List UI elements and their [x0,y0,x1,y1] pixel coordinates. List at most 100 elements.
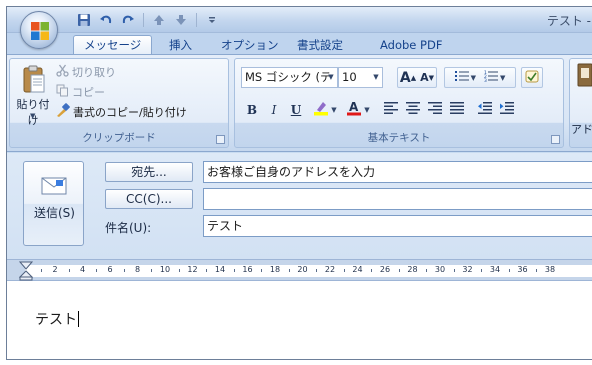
ruler-number: 34 [489,265,501,274]
redo-icon[interactable] [119,11,137,29]
save-icon[interactable] [75,11,93,29]
chevron-down-icon[interactable]: ▼ [325,68,337,87]
scissors-icon [56,64,69,80]
bullets-icon[interactable] [454,70,469,85]
envelope-icon [41,177,67,195]
body-text: テスト [35,312,77,328]
subject-field[interactable]: テスト [203,215,592,237]
grow-font-button[interactable]: A [400,70,411,86]
font-size-combo[interactable]: 10 ▼ [338,67,383,88]
ruler-number: 14 [214,265,226,274]
chevron-down-icon[interactable]: ▼ [30,112,35,120]
increase-indent-button[interactable] [497,99,517,120]
cc-button[interactable]: CC(C)... [105,189,193,209]
numbering-icon[interactable]: 123 [484,70,498,85]
justify-button[interactable] [447,99,467,120]
ruler-number: 10 [159,265,171,274]
cut-button[interactable]: 切り取り [56,63,116,80]
list-buttons: ▼ 123 ▼ [444,67,516,88]
ruler-number: 30 [434,265,446,274]
ruler-number: 24 [352,265,363,274]
format-painter-icon [56,103,70,120]
clipboard-group-label: クリップボード [82,132,156,144]
text-caret [78,311,79,327]
align-left-button[interactable] [381,99,401,120]
highlighter-icon [313,100,329,119]
ruler-tick [453,269,455,272]
ruler-number: 36 [517,265,528,274]
shrink-font-icon: ▼ [428,73,435,82]
decrease-indent-icon [478,102,492,117]
tab-insert[interactable]: 挿入 [169,37,192,55]
ruler-number: 4 [79,265,86,274]
tab-format-text[interactable]: 書式設定 [297,37,343,55]
ruler-number: 28 [407,265,418,274]
underline-button[interactable]: U [287,99,305,120]
subject-label: 件名(U): [105,221,152,235]
paste-button[interactable]: 貼り付け ▼ [13,65,53,127]
ruler-number: 12 [187,265,198,274]
ruler-tick [316,269,318,272]
tab-adobe-pdf[interactable]: Adobe PDF [380,37,442,55]
bold-button[interactable]: B [243,99,261,120]
ruler-number: 2 [52,265,58,274]
chevron-down-icon[interactable]: ▼ [500,74,505,82]
message-body[interactable]: テスト [7,281,592,359]
decrease-indent-button[interactable] [475,99,495,120]
ruler-tick [261,269,263,272]
undo-icon[interactable] [97,11,115,29]
chevron-down-icon[interactable]: ▼ [331,106,336,114]
highlight-button[interactable]: ▼ [310,99,340,120]
shrink-font-button[interactable]: A [420,71,429,84]
tab-message[interactable]: メッセージ [73,35,153,56]
svg-text:3: 3 [484,78,487,82]
address-book-icon[interactable] [576,63,592,87]
down-arrow-icon[interactable] [172,11,190,29]
align-right-button[interactable] [425,99,445,120]
font-name-value: MS ゴシック (テ [245,70,332,84]
customize-qat-icon[interactable] [203,11,221,29]
ruler-tick [508,269,510,272]
align-center-button[interactable] [403,99,423,120]
send-label: 送信(S) [34,206,75,220]
font-color-button[interactable]: A ▼ [343,99,373,120]
chevron-down-icon[interactable]: ▼ [364,106,369,114]
spelling-button[interactable] [521,67,543,88]
copy-button[interactable]: コピー [56,83,105,100]
title-bar: テスト - [7,7,592,33]
ruler-tick [481,269,483,272]
ruler-tick [151,269,153,272]
ruler-number: 20 [297,265,308,274]
quick-access-toolbar [75,10,221,30]
font-color-icon: A [346,100,362,119]
cc-field[interactable] [203,188,592,210]
tab-options[interactable]: オプション [221,37,279,55]
ruler-tick [233,269,235,272]
office-button[interactable] [20,11,58,49]
send-button[interactable]: 送信(S) [23,161,84,246]
grow-font-icon: ▲ [410,73,417,82]
to-field[interactable]: お客様ご自身のアドレスを入力 [203,161,592,183]
ruler-tick [68,269,70,272]
office-logo-icon [31,22,49,40]
justify-icon [450,102,464,117]
format-painter-button[interactable]: 書式のコピー/貼り付け [56,103,187,120]
ruler-tick [96,269,98,272]
to-button[interactable]: 宛先... [105,162,193,182]
chevron-down-icon[interactable]: ▼ [471,74,476,82]
ruler-number: 38 [544,265,556,274]
font-name-combo[interactable]: MS ゴシック (テ ▼ [241,67,338,88]
chevron-down-icon[interactable]: ▼ [370,68,382,87]
ruler-number: 16 [242,265,253,274]
italic-button[interactable]: I [265,99,283,120]
up-arrow-icon[interactable] [150,11,168,29]
outlook-compose-window: テスト - メッセージ 挿入 オプション 書式設定 Adobe PDF 貼り付け… [6,6,592,360]
ruler-tick [343,269,345,272]
dialog-launcher-icon[interactable] [216,135,225,144]
basic-text-group-label: 基本テキスト [367,132,431,144]
cut-label: 切り取り [72,65,116,79]
align-center-icon [406,102,420,117]
indent-marker-icon[interactable] [19,261,33,281]
increase-indent-icon [500,102,514,117]
dialog-launcher-icon[interactable] [551,135,560,144]
